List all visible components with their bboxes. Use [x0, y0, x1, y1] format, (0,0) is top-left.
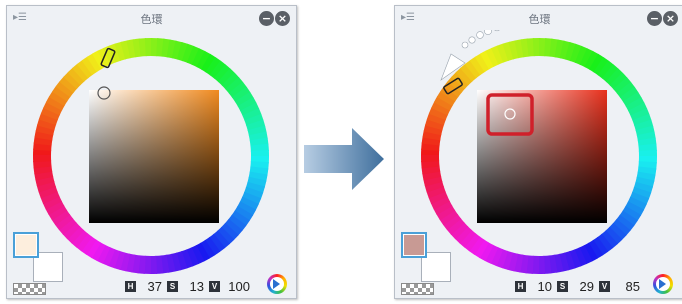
panel-titlebar[interactable]: ▸☰ 色環 − × [7, 6, 296, 32]
brightness-value: 100 [228, 278, 250, 294]
color-mode-toggle-icon[interactable] [653, 274, 673, 294]
hue-value: 10 [537, 278, 552, 294]
color-swatches [401, 232, 451, 296]
minimize-button[interactable]: − [259, 11, 274, 26]
hue-ring-segment [33, 154, 52, 163]
hsv-readout: H 10 S 29 V 85 [515, 278, 645, 294]
close-button[interactable]: × [663, 11, 678, 26]
value-overlay [89, 90, 219, 223]
main-color-swatch[interactable] [401, 232, 427, 258]
color-wheel-panel-before: ▸☰ 色環 − × H 37 S 13 V 100 [6, 5, 297, 299]
color-wheel-panel-after: ▸☰ 色環 − × H 10 S 29 V 85 [394, 5, 682, 299]
hsv-readout: H 37 S 13 V 100 [125, 278, 255, 294]
play-arrow-icon [273, 279, 280, 289]
value-icon: V [599, 280, 610, 292]
hue-icon: H [125, 280, 136, 292]
play-arrow-icon [659, 279, 666, 289]
color-swatches [13, 232, 63, 296]
hue-value: 37 [147, 278, 162, 294]
value-overlay [477, 90, 607, 223]
transparent-color-swatch[interactable] [401, 283, 434, 295]
value-icon: V [209, 280, 220, 292]
saturation-value: 29 [579, 278, 594, 294]
saturation-icon: S [557, 280, 568, 292]
close-button[interactable]: × [275, 11, 290, 26]
panel-title: 色環 [528, 13, 551, 26]
saturation-icon: S [167, 280, 178, 292]
saturation-value: 13 [189, 278, 204, 294]
color-mode-toggle-icon[interactable] [267, 274, 287, 294]
minimize-button[interactable]: − [647, 11, 662, 26]
panel-titlebar[interactable]: ▸☰ 色環 − × [395, 6, 682, 32]
brightness-value: 85 [625, 278, 640, 294]
arrow-right-icon [304, 128, 384, 190]
panel-title: 色環 [140, 13, 163, 26]
main-color-swatch[interactable] [13, 232, 39, 258]
hue-icon: H [515, 280, 526, 292]
hue-ring-segment [421, 154, 440, 163]
transparent-color-swatch[interactable] [13, 283, 46, 295]
